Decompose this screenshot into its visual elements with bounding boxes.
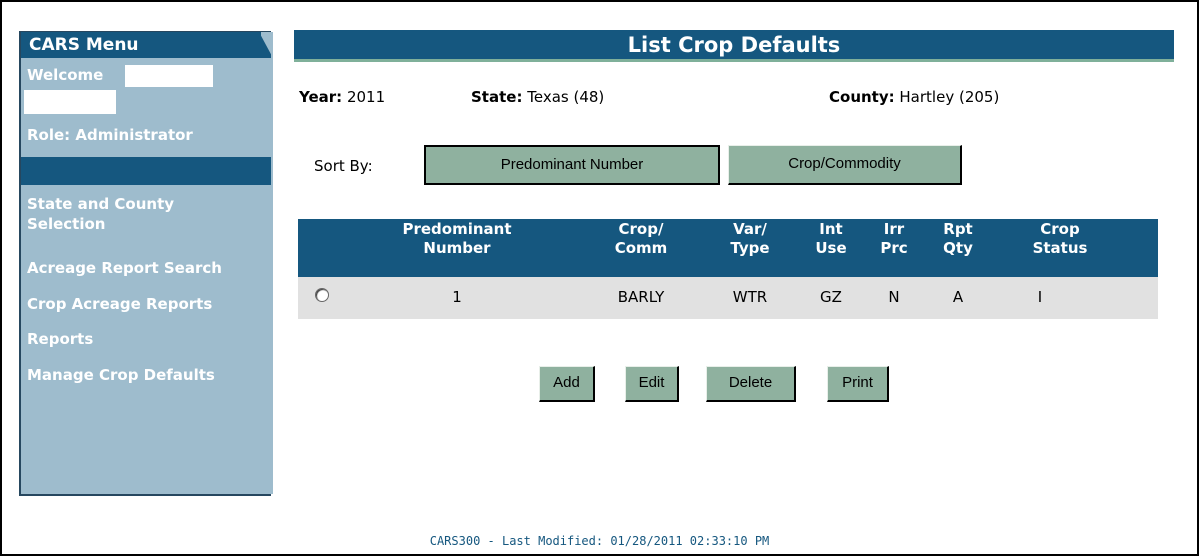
- redacted-username-continued: [24, 90, 116, 114]
- col-header-var-type: Var/ Type: [718, 220, 782, 258]
- sidebar-header-corner: [259, 32, 273, 58]
- col-header-line: Int: [819, 220, 843, 238]
- col-header-irr-prc: Irr Prc: [871, 220, 917, 258]
- cell-var-type: WTR: [732, 288, 768, 306]
- cell-predominant-number: 1: [452, 288, 462, 306]
- state-label: State:: [471, 88, 523, 106]
- sort-by-label: Sort By:: [314, 157, 373, 175]
- col-header-line: Crop/: [618, 220, 664, 238]
- col-header-crop-status: Crop Status: [1015, 220, 1105, 258]
- county-label: County:: [829, 88, 895, 106]
- redacted-username: [125, 65, 213, 87]
- sidebar-link-state-county[interactable]: State and County Selection: [27, 194, 267, 234]
- col-header-crop-comm: Crop/ Comm: [600, 220, 682, 258]
- print-button[interactable]: Print: [827, 366, 889, 402]
- cell-rpt-qty: A: [952, 288, 964, 306]
- col-header-line: Comm: [614, 239, 668, 257]
- sidebar-link-manage-crop-defaults[interactable]: Manage Crop Defaults: [27, 365, 267, 385]
- add-button[interactable]: Add: [539, 366, 595, 402]
- col-header-line: Predominant: [402, 220, 512, 238]
- col-header-line: Rpt: [943, 220, 973, 238]
- sidebar-divider-band: [21, 157, 271, 185]
- year-value: 2011: [346, 88, 386, 106]
- sidebar-link-acreage-search[interactable]: Acreage Report Search: [27, 258, 267, 278]
- col-header-predominant-number: Predominant Number: [382, 220, 532, 258]
- welcome-label: Welcome: [27, 66, 104, 84]
- col-header-line: Type: [730, 239, 770, 257]
- county-info: County: Hartley (205): [829, 88, 999, 106]
- sidebar-link-crop-acreage-reports[interactable]: Crop Acreage Reports: [27, 294, 267, 314]
- col-header-int-use: Int Use: [808, 220, 854, 258]
- cell-crop-comm: BARLY: [617, 288, 665, 306]
- col-header-rpt-qty: Rpt Qty: [935, 220, 981, 258]
- sidebar-link-reports[interactable]: Reports: [27, 329, 267, 349]
- county-value: Hartley (205): [899, 88, 1000, 106]
- cell-crop-status: I: [1037, 288, 1043, 306]
- col-header-line: Status: [1032, 239, 1088, 257]
- col-header-line: Prc: [880, 239, 908, 257]
- row-select-radio[interactable]: [315, 288, 329, 302]
- col-header-line: Irr: [883, 220, 905, 238]
- col-header-line: Qty: [943, 239, 973, 257]
- edit-button[interactable]: Edit: [625, 366, 679, 402]
- delete-button[interactable]: Delete: [706, 366, 796, 402]
- col-header-line: Number: [423, 239, 491, 257]
- state-value: Texas (48): [527, 88, 605, 106]
- page-title: List Crop Defaults: [294, 30, 1174, 62]
- cell-irr-prc: N: [888, 288, 900, 306]
- sort-crop-commodity-button[interactable]: Crop/Commodity: [728, 145, 962, 185]
- cell-int-use: GZ: [820, 288, 842, 306]
- col-header-line: Crop: [1040, 220, 1080, 238]
- col-header-line: Use: [815, 239, 847, 257]
- year-label: Year:: [299, 88, 343, 106]
- sidebar-title: CARS Menu: [29, 35, 139, 55]
- sort-predominant-number-button[interactable]: Predominant Number: [424, 145, 720, 185]
- year-info: Year: 2011: [299, 88, 385, 106]
- sidebar-menu: CARS Menu Welcome Role: Administrator St…: [19, 31, 273, 496]
- role-label: Role: Administrator: [27, 126, 193, 144]
- col-header-line: Var/: [733, 220, 767, 238]
- state-info: State: Texas (48): [471, 88, 604, 106]
- page-footer: CARS300 - Last Modified: 01/28/2011 02:3…: [429, 534, 770, 548]
